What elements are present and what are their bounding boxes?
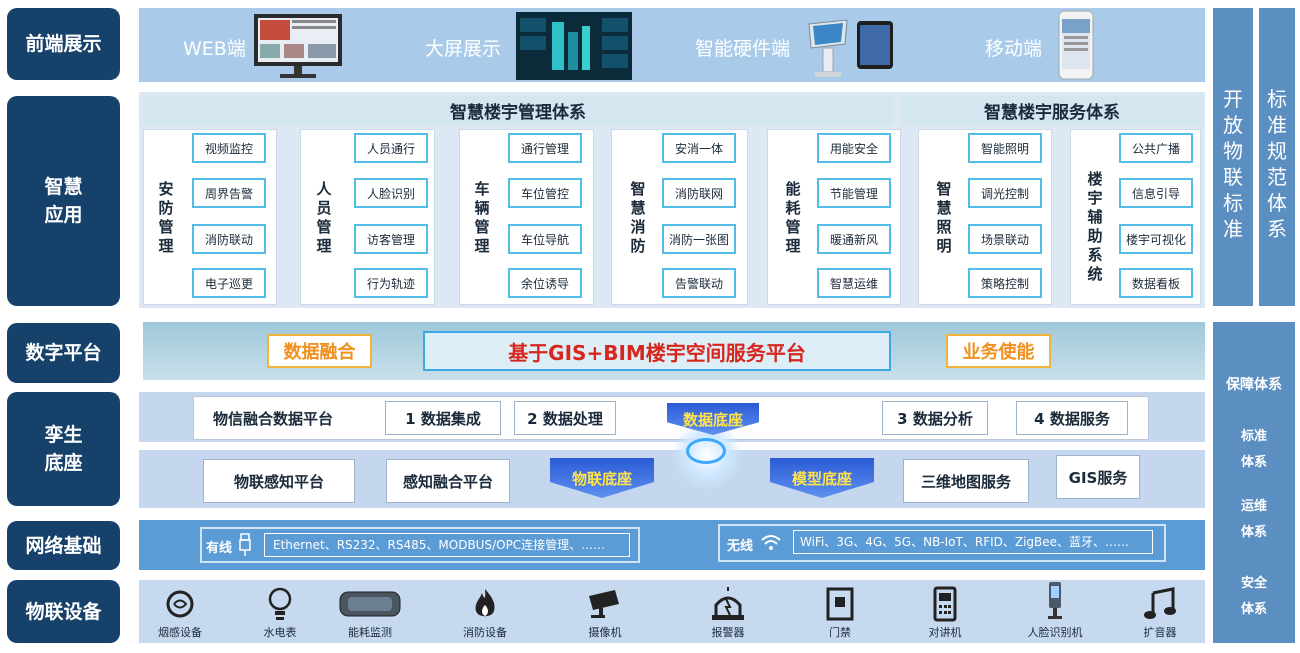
- access-control-icon: [800, 586, 880, 622]
- module-item[interactable]: 消防一张图: [662, 224, 736, 254]
- device-label: 扩音器: [1143, 626, 1177, 639]
- smoke-detector-icon: [140, 586, 220, 622]
- wireless-label: 无线: [727, 539, 754, 554]
- sensing-fusion-platform-box: 感知融合平台: [386, 459, 510, 503]
- face-recognition-icon: [1015, 582, 1095, 619]
- module-item[interactable]: 周界告警: [192, 178, 266, 208]
- wifi-icon: [760, 533, 782, 551]
- management-system-header: 智慧楼宇管理体系: [143, 95, 893, 125]
- center-ring: [686, 438, 726, 464]
- water-electric-meter-icon: [240, 586, 320, 622]
- data-integration-box: 1 数据集成: [385, 401, 501, 435]
- frontend-hardware-label: 智能硬件端: [695, 38, 791, 60]
- module-item[interactable]: 人脸识别: [354, 178, 428, 208]
- module-item[interactable]: 暖通新风: [817, 224, 891, 254]
- device-label: 摄像机: [588, 626, 622, 639]
- guarantee-system-title: 保障体系: [1226, 377, 1282, 393]
- module-item[interactable]: 智能照明: [968, 133, 1042, 163]
- label-iot-devices: 物联设备: [7, 580, 120, 643]
- label-smart-app: 智慧 应用: [7, 96, 120, 306]
- iot-info-data-platform: 物信融合数据平台: [213, 410, 334, 428]
- data-processing-box: 2 数据处理: [514, 401, 616, 435]
- module-title: 安 防 管 理: [158, 180, 174, 255]
- module-item[interactable]: 用能安全: [817, 133, 891, 163]
- module-item[interactable]: 视频监控: [192, 133, 266, 163]
- open-iot-standard: 开 放 物 联 标 准: [1213, 8, 1253, 306]
- label-frontend: 前端展示: [7, 8, 120, 80]
- module-item[interactable]: 车位管控: [508, 178, 582, 208]
- iot-sensing-platform-box: 物联感知平台: [203, 459, 355, 503]
- device-label: 报警器: [711, 626, 745, 639]
- tablet-icon: [856, 20, 894, 70]
- camera-icon: [565, 586, 645, 622]
- module-item[interactable]: 场景联动: [968, 224, 1042, 254]
- label-network: 网络基础: [7, 521, 120, 570]
- module-item[interactable]: 智慧运维: [817, 268, 891, 298]
- module-item[interactable]: 行为轨迹: [354, 268, 428, 298]
- module-item[interactable]: 节能管理: [817, 178, 891, 208]
- monitor-icon: [252, 12, 344, 80]
- fire-icon: [445, 586, 525, 622]
- module-title: 楼 宇 辅 助 系 统: [1087, 170, 1103, 283]
- module-item[interactable]: 安消一体: [662, 133, 736, 163]
- device-label: 人脸识别机: [1027, 626, 1083, 639]
- frontend-bigscreen-label: 大屏展示: [425, 38, 502, 60]
- 3d-map-service-box: 三维地图服务: [903, 459, 1029, 503]
- standard-system: 标准 体系: [1240, 429, 1267, 470]
- energy-monitor-icon: [330, 586, 410, 622]
- device-label: 能耗监测: [348, 626, 392, 639]
- gis-bim-platform-box: 基于GIS+BIM楼宇空间服务平台: [423, 331, 891, 371]
- module-item[interactable]: 公共广播: [1119, 133, 1193, 163]
- phone-icon: [1058, 10, 1094, 80]
- data-fusion-box: 数据融合: [267, 334, 372, 368]
- business-enable-box: 业务使能: [946, 334, 1051, 368]
- gis-service-box: GIS服务: [1056, 455, 1140, 499]
- device-label: 对讲机: [928, 626, 962, 639]
- security-system: 安全 体系: [1240, 576, 1267, 617]
- data-service-box: 4 数据服务: [1016, 401, 1128, 435]
- wired-label: 有线: [206, 541, 233, 556]
- device-label: 消防设备: [463, 626, 507, 639]
- module-item[interactable]: 调光控制: [968, 178, 1042, 208]
- wireless-protocols: WiFi、3G、4G、5G、NB-IoT、RFID、ZigBee、蓝牙、……: [793, 530, 1153, 554]
- label-digital-platform: 数字平台: [7, 323, 120, 383]
- module-title: 车 辆 管 理: [474, 180, 490, 255]
- device-label: 烟感设备: [158, 626, 202, 639]
- module-item[interactable]: 消防联网: [662, 178, 736, 208]
- module-item[interactable]: 通行管理: [508, 133, 582, 163]
- intercom-icon: [905, 586, 985, 622]
- standard-spec-system: 标 准 规 范 体 系: [1259, 8, 1295, 306]
- label-twin-base: 孪生 底座: [7, 392, 120, 506]
- module-item[interactable]: 访客管理: [354, 224, 428, 254]
- device-label: 水电表: [263, 626, 297, 639]
- module-item[interactable]: 车位导航: [508, 224, 582, 254]
- module-item[interactable]: 数据看板: [1119, 268, 1193, 298]
- module-item[interactable]: 消防联动: [192, 224, 266, 254]
- module-item[interactable]: 告警联动: [662, 268, 736, 298]
- module-item[interactable]: 楼宇可视化: [1119, 224, 1193, 254]
- bigscreen-icon: [516, 12, 632, 80]
- module-title: 智 慧 照 明: [936, 180, 952, 255]
- operations-system: 运维 体系: [1240, 499, 1267, 540]
- module-title: 智 慧 消 防: [630, 180, 646, 255]
- alarm-icon: [688, 586, 768, 622]
- frontend-mobile-label: 移动端: [985, 38, 1043, 60]
- module-item[interactable]: 余位诱导: [508, 268, 582, 298]
- module-item[interactable]: 人员通行: [354, 133, 428, 163]
- usb-icon: [238, 533, 252, 557]
- speaker-icon: [1120, 586, 1200, 622]
- module-item[interactable]: 信息引导: [1119, 178, 1193, 208]
- module-title: 人 员 管 理: [316, 180, 332, 255]
- frontend-web-label: WEB端: [183, 38, 246, 60]
- kiosk-icon: [803, 18, 853, 78]
- module-title: 能 耗 管 理: [785, 180, 801, 255]
- data-analysis-box: 3 数据分析: [882, 401, 988, 435]
- service-system-header: 智慧楼宇服务体系: [901, 95, 1203, 125]
- module-item[interactable]: 电子巡更: [192, 268, 266, 298]
- module-item[interactable]: 策略控制: [968, 268, 1042, 298]
- device-label: 门禁: [829, 626, 851, 639]
- wired-protocols: Ethernet、RS232、RS485、MODBUS/OPC连接管理、……: [264, 533, 630, 557]
